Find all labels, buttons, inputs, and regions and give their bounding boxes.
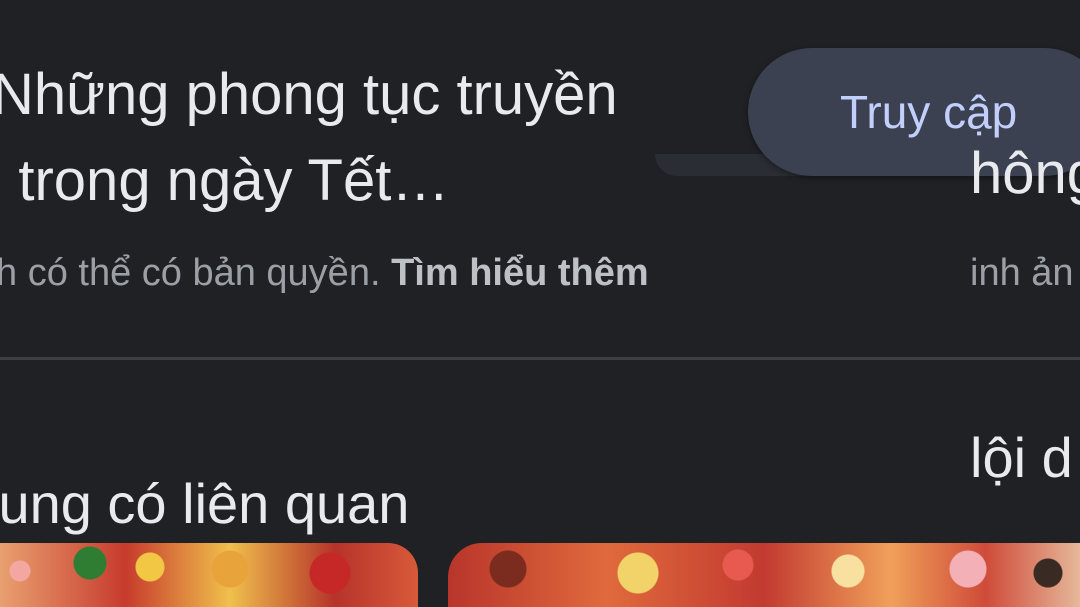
- thumbnail-gap: [418, 543, 448, 607]
- result-title[interactable]: Những phong tục truyền g trong ngày Tết…: [0, 52, 712, 224]
- next-card-title[interactable]: hông: [970, 140, 1080, 207]
- result-title-line-1[interactable]: Những phong tục truyền: [0, 52, 712, 138]
- next-section-heading: lội d: [970, 426, 1073, 489]
- copyright-text: h có thể có bản quyền.: [0, 252, 381, 294]
- copyright-notice: h có thể có bản quyền. Tìm hiểu thêm: [0, 252, 649, 295]
- visit-button-label: Truy cập: [840, 86, 1018, 138]
- tet-illustration-image[interactable]: [448, 543, 1080, 607]
- learn-more-link[interactable]: Tìm hiểu thêm: [391, 252, 649, 294]
- section-divider: [0, 357, 1080, 360]
- related-thumbnails: [0, 543, 1080, 607]
- tet-illustration-image[interactable]: [0, 543, 418, 607]
- next-card-copyright: inh ản: [970, 252, 1074, 294]
- related-content-heading: lung có liên quan: [0, 472, 410, 536]
- result-title-line-2[interactable]: g trong ngày Tết…: [0, 138, 712, 224]
